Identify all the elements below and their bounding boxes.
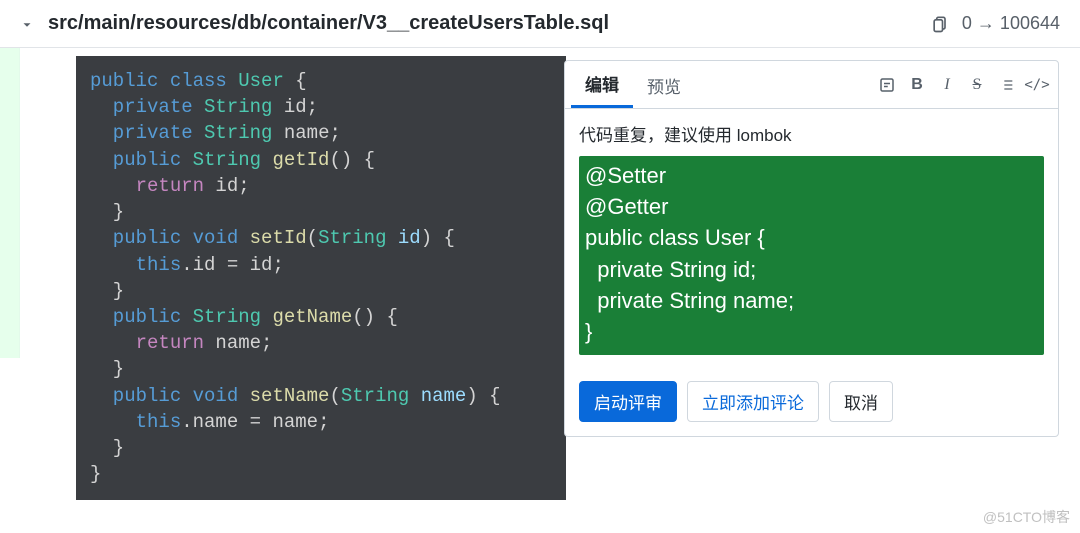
comment-actions: 启动评审 立即添加评论 取消 <box>565 369 1058 436</box>
comment-text[interactable]: 代码重复，建议使用 lombok <box>579 121 1044 146</box>
strikethrough-icon[interactable]: S <box>962 72 992 98</box>
clipboard-icon[interactable] <box>930 14 950 34</box>
file-header: src/main/resources/db/container/V3__crea… <box>0 0 1080 48</box>
suggestion-icon[interactable] <box>872 71 902 97</box>
code-icon[interactable]: </> <box>1022 73 1052 97</box>
watermark: @51CTO博客 <box>983 507 1070 527</box>
content-row: public class User { private String id; p… <box>0 48 1080 500</box>
code-diff-block: public class User { private String id; p… <box>76 56 566 500</box>
file-path[interactable]: src/main/resources/db/container/V3__crea… <box>48 12 930 35</box>
bold-icon[interactable]: B <box>902 72 932 98</box>
tab-preview[interactable]: 预览 <box>633 63 695 107</box>
cancel-button[interactable]: 取消 <box>829 381 893 422</box>
list-icon[interactable] <box>992 72 1022 98</box>
chevron-down-icon[interactable] <box>20 15 34 31</box>
comment-panel: 编辑 预览 B I S </> 代码重复，建议使用 lombok @Setter… <box>564 60 1059 437</box>
comment-body: 代码重复，建议使用 lombok @Setter @Getter public … <box>565 109 1058 369</box>
file-mode-change: 0 → 100644 <box>962 13 1060 34</box>
comment-toolbar: 编辑 预览 B I S </> <box>565 61 1058 109</box>
suggestion-code-block[interactable]: @Setter @Getter public class User { priv… <box>579 156 1044 355</box>
start-review-button[interactable]: 启动评审 <box>579 381 677 422</box>
italic-icon[interactable]: I <box>932 72 962 98</box>
add-comment-now-button[interactable]: 立即添加评论 <box>687 381 819 422</box>
diff-addition-gutter <box>0 48 20 358</box>
tab-edit[interactable]: 编辑 <box>571 61 633 108</box>
